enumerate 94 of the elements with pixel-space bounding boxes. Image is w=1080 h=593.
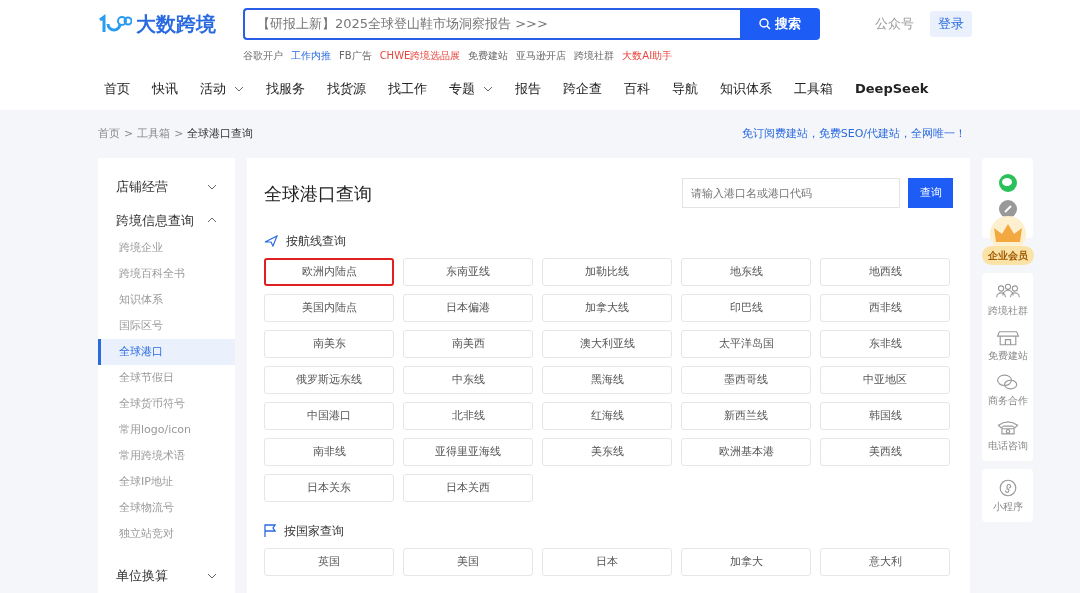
port-link[interactable]: 意大利 bbox=[820, 548, 950, 576]
port-link[interactable]: 东南亚线 bbox=[403, 258, 533, 286]
port-link[interactable]: 日本偏港 bbox=[403, 294, 533, 322]
port-link[interactable]: 美国 bbox=[403, 548, 533, 576]
rail-item[interactable]: 商务合作 bbox=[987, 371, 1028, 408]
port-link[interactable]: 日本关东 bbox=[264, 474, 394, 502]
flag-icon bbox=[264, 524, 276, 538]
nav-item[interactable]: 找工作 bbox=[388, 79, 427, 99]
port-link[interactable]: 亚得里亚海线 bbox=[403, 438, 533, 466]
section-heading: 按航线查询 bbox=[286, 233, 346, 250]
quick-link[interactable]: 谷歌开户 bbox=[243, 48, 283, 63]
port-link[interactable]: 新西兰线 bbox=[681, 402, 811, 430]
rail-item[interactable]: 跨境社群 bbox=[987, 281, 1028, 318]
quick-link[interactable]: 工作内推 bbox=[291, 48, 331, 63]
port-link[interactable]: 黑海线 bbox=[542, 366, 672, 394]
port-link[interactable]: 美东线 bbox=[542, 438, 672, 466]
port-link[interactable]: 南非线 bbox=[264, 438, 394, 466]
port-link[interactable]: 加拿大线 bbox=[542, 294, 672, 322]
nav-item[interactable]: 找货源 bbox=[327, 79, 366, 99]
port-link[interactable]: 地东线 bbox=[681, 258, 811, 286]
sidebar-group[interactable]: 店铺经营 bbox=[98, 172, 235, 202]
breadcrumb-current: 全球港口查询 bbox=[187, 125, 254, 142]
nav-item[interactable]: 工具箱 bbox=[794, 79, 833, 99]
site-logo[interactable]: 大数跨境 bbox=[136, 9, 216, 39]
port-link[interactable]: 印巴线 bbox=[681, 294, 811, 322]
port-link[interactable]: 日本关西 bbox=[403, 474, 533, 502]
port-link[interactable]: 红海线 bbox=[542, 402, 672, 430]
port-link[interactable]: 澳大利亚线 bbox=[542, 330, 672, 358]
chevron-down-icon bbox=[234, 85, 244, 92]
port-link[interactable]: 英国 bbox=[264, 548, 394, 576]
breadcrumb-link[interactable]: 工具箱 bbox=[137, 125, 171, 143]
promo-link[interactable]: 免订阅费建站，免费SEO/代建站，全网唯一！ bbox=[741, 125, 966, 143]
port-link[interactable]: 美国内陆点 bbox=[264, 294, 394, 322]
port-link[interactable]: 中东线 bbox=[403, 366, 533, 394]
plane-icon bbox=[264, 235, 278, 247]
sidebar-group[interactable]: 跨境信息查询 bbox=[98, 205, 235, 235]
nav-item[interactable]: 首页 bbox=[104, 79, 130, 99]
port-link[interactable]: 地西线 bbox=[820, 258, 950, 286]
page-title: 全球港口查询 bbox=[264, 181, 372, 206]
search-field[interactable]: 【研报上新】2025全球登山鞋市场洞察报告 >>> bbox=[243, 8, 740, 40]
port-link[interactable]: 日本 bbox=[542, 548, 672, 576]
nav-item[interactable]: 快讯 bbox=[152, 79, 178, 99]
port-link[interactable]: 南美东 bbox=[264, 330, 394, 358]
search-icon bbox=[759, 18, 771, 30]
quick-link[interactable]: 跨境社群 bbox=[574, 48, 615, 63]
nav-item[interactable]: 找服务 bbox=[266, 79, 305, 99]
sidebar-item[interactable]: 全球港口 bbox=[98, 339, 235, 365]
port-link[interactable]: 加勒比线 bbox=[542, 258, 672, 286]
sidebar-group[interactable]: 单位换算 bbox=[98, 561, 235, 591]
port-link[interactable]: 太平洋岛国 bbox=[681, 330, 811, 358]
logo-icon bbox=[98, 14, 132, 34]
section-heading: 按国家查询 bbox=[284, 523, 344, 540]
port-link[interactable]: 美西线 bbox=[820, 438, 950, 466]
search-button[interactable]: 搜索 bbox=[740, 8, 820, 40]
port-link[interactable]: 中国港口 bbox=[264, 402, 394, 430]
quick-link[interactable]: FB广告 bbox=[339, 48, 372, 63]
port-link[interactable]: 东非线 bbox=[820, 330, 950, 358]
vip-badge[interactable]: 企业会员 bbox=[981, 246, 1034, 265]
port-link[interactable]: 西非线 bbox=[820, 294, 950, 322]
port-search-field[interactable]: 请输入港口名或港口代码 bbox=[682, 178, 900, 208]
port-link[interactable]: 欧洲内陆点 bbox=[264, 258, 394, 286]
nav-item[interactable]: 导航 bbox=[672, 79, 698, 99]
port-link[interactable]: 欧洲基本港 bbox=[681, 438, 811, 466]
breadcrumb-separator: > bbox=[174, 125, 184, 142]
nav-item[interactable]: 跨企查 bbox=[563, 79, 602, 99]
chevron-down-icon bbox=[207, 183, 217, 190]
chevron-down-icon bbox=[483, 85, 493, 92]
chat-bubble-icon bbox=[998, 174, 1017, 192]
quick-link[interactable]: CHWE跨境选品展 bbox=[379, 48, 461, 63]
chevron-up-icon bbox=[207, 217, 217, 224]
rail-item[interactable]: 电话咨询 bbox=[987, 416, 1028, 453]
rail-item[interactable]: 小程序 bbox=[992, 477, 1023, 514]
quick-link[interactable]: 大数AI助手 bbox=[622, 48, 673, 63]
port-link[interactable]: 墨西哥线 bbox=[681, 366, 811, 394]
quick-link[interactable]: 免费建站 bbox=[468, 48, 509, 63]
nav-item[interactable]: 知识体系 bbox=[720, 79, 772, 99]
nav-item[interactable]: 活动 bbox=[200, 79, 244, 99]
chevron-down-icon bbox=[207, 572, 217, 579]
port-link[interactable]: 中亚地区 bbox=[820, 366, 950, 394]
port-link[interactable]: 南美西 bbox=[403, 330, 533, 358]
port-link[interactable]: 加拿大 bbox=[681, 548, 811, 576]
nav-item[interactable]: 专题 bbox=[449, 79, 493, 99]
breadcrumb-separator: > bbox=[124, 125, 134, 142]
nav-item[interactable]: DeepSeek bbox=[855, 79, 929, 99]
quick-link[interactable]: 亚马逊开店 bbox=[516, 48, 567, 63]
rail-item[interactable]: 免费建站 bbox=[987, 326, 1028, 363]
nav-item[interactable]: 百科 bbox=[624, 79, 650, 99]
breadcrumb-link[interactable]: 首页 bbox=[98, 125, 120, 143]
query-button[interactable]: 查询 bbox=[908, 178, 953, 208]
port-link[interactable]: 俄罗斯远东线 bbox=[264, 366, 394, 394]
login-button[interactable]: 登录 bbox=[930, 11, 972, 37]
port-link[interactable]: 韩国线 bbox=[820, 402, 950, 430]
nav-item[interactable]: 报告 bbox=[515, 79, 541, 99]
port-link[interactable]: 北非线 bbox=[403, 402, 533, 430]
